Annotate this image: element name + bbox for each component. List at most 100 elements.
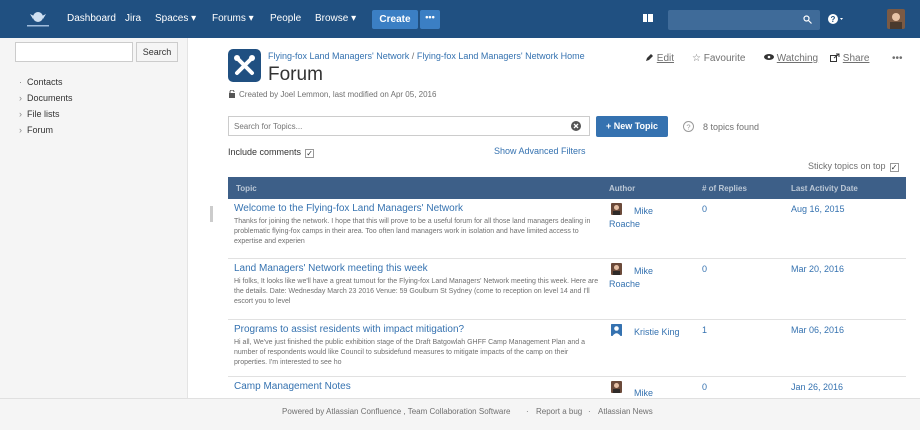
nav-people-link[interactable]: People <box>270 13 301 24</box>
space-logo-icon[interactable] <box>228 49 261 82</box>
topics-table-header: Topic Author # of Replies Last Activity … <box>228 177 906 199</box>
clear-search-icon[interactable] <box>571 121 581 131</box>
edit-label: Edit <box>656 53 675 64</box>
sidebar-item-label: File lists <box>27 109 60 119</box>
topic-title-link[interactable]: Land Managers' Network meeting this week <box>234 263 428 274</box>
reply-count: 0 <box>702 264 708 274</box>
eye-icon <box>764 54 774 60</box>
sidebar-resize-handle[interactable] <box>210 206 213 222</box>
share-icon <box>830 53 840 62</box>
sidebar-item-documents[interactable]: › Documents <box>19 93 73 103</box>
include-comments-option[interactable]: Include comments ✓ <box>228 147 315 158</box>
topic-title-link[interactable]: Welcome to the Flying-fox Land Managers'… <box>234 203 463 214</box>
author-avatar[interactable] <box>611 263 622 275</box>
share-button[interactable]: Share <box>830 53 869 64</box>
reply-count: 1 <box>702 325 708 335</box>
page-restrictions-icon[interactable] <box>228 89 236 98</box>
pencil-icon <box>646 54 653 61</box>
topic-excerpt: Hi folks, It looks like we'll have a gre… <box>234 278 599 305</box>
last-activity-date: Mar 20, 2016 <box>791 264 845 274</box>
top-navigation-bar: Dashboard Jira Spaces ▾ Forums ▾ People … <box>0 0 920 38</box>
author-link-surname[interactable]: Roache <box>609 279 640 289</box>
sidebar: Search · Contacts › Documents › File lists … <box>0 38 188 398</box>
footer-report-bug-link[interactable]: Report a bug <box>536 407 582 416</box>
column-header-topic[interactable]: Topic <box>236 184 257 193</box>
page-metadata: Created by Joel Lemmon, last modified on… <box>228 89 437 99</box>
notifications-icon[interactable] <box>642 12 654 24</box>
sidebar-search-input[interactable] <box>15 42 133 62</box>
sidebar-item-contacts[interactable]: · Contacts <box>19 77 63 87</box>
topics-search-field[interactable] <box>228 116 590 136</box>
breadcrumb: Flying-fox Land Managers' Network / Flyi… <box>268 51 585 61</box>
include-comments-checkbox[interactable]: ✓ <box>305 149 315 158</box>
bullet-icon: · <box>19 77 22 87</box>
svg-text:?: ? <box>831 15 836 24</box>
topic-title-link[interactable]: Camp Management Notes <box>234 381 351 392</box>
table-row: Camp Management Notes Mike 0 Jan 26, 201… <box>228 377 906 398</box>
global-search-input[interactable] <box>668 10 820 30</box>
chevron-right-icon[interactable]: › <box>19 93 22 103</box>
author-link[interactable]: Mike <box>634 265 653 278</box>
sticky-topics-label: Sticky topics on top <box>808 161 886 171</box>
sidebar-item-file-lists[interactable]: › File lists <box>19 109 60 119</box>
new-topic-button[interactable]: + New Topic <box>596 116 668 137</box>
create-button[interactable]: Create <box>372 10 418 29</box>
column-header-replies[interactable]: # of Replies <box>702 184 747 193</box>
topics-search-input[interactable] <box>229 117 559 135</box>
sidebar-item-forum[interactable]: › Forum <box>19 125 53 135</box>
author-link[interactable]: Mike <box>634 205 653 218</box>
footer-powered-by-link[interactable]: Powered by Atlassian Confluence , Team C… <box>282 407 510 416</box>
author-link-surname[interactable]: Roache <box>609 219 640 229</box>
site-logo-icon[interactable] <box>19 8 57 30</box>
footer-atlassian-news-link[interactable]: Atlassian News <box>598 407 653 416</box>
created-by-text: Created by Joel Lemmon, last modified on… <box>239 90 437 99</box>
sidebar-item-label: Contacts <box>27 77 63 87</box>
sticky-topics-option[interactable]: Sticky topics on top ✓ <box>808 161 899 172</box>
sidebar-item-label: Documents <box>27 93 73 103</box>
nav-browse-menu[interactable]: Browse ▾ <box>315 13 356 24</box>
help-icon[interactable]: ? <box>683 121 694 132</box>
breadcrumb-home-link[interactable]: Flying-fox Land Managers' Network Home <box>417 51 585 61</box>
nav-forums-menu[interactable]: Forums ▾ <box>212 13 254 24</box>
topic-title-link[interactable]: Programs to assist residents with impact… <box>234 324 464 335</box>
footer-separator: · <box>526 407 529 416</box>
author-avatar[interactable] <box>611 381 622 393</box>
favourite-label: Favourite <box>703 53 746 64</box>
edit-button[interactable]: Edit <box>645 53 674 64</box>
svg-text:?: ? <box>686 123 690 132</box>
topics-count: 8 topics found <box>703 122 760 132</box>
nav-jira-link[interactable]: Jira <box>125 13 141 24</box>
author-avatar[interactable] <box>611 203 622 215</box>
create-more-button[interactable]: ••• <box>420 10 440 29</box>
watching-button[interactable]: Watching <box>764 53 818 64</box>
page-title: Forum <box>268 64 323 85</box>
reply-count: 0 <box>702 204 708 214</box>
favourite-button[interactable]: ☆ Favourite <box>692 53 745 64</box>
more-actions-button[interactable]: ••• <box>892 53 903 64</box>
breadcrumb-separator: / <box>411 51 415 61</box>
topic-excerpt: Thanks for joining the network. I hope t… <box>234 218 591 245</box>
show-advanced-filters-link[interactable]: Show Advanced Filters <box>494 146 586 156</box>
breadcrumb-space-link[interactable]: Flying-fox Land Managers' Network <box>268 51 409 61</box>
sticky-topics-checkbox[interactable]: ✓ <box>889 163 899 172</box>
column-header-last-activity[interactable]: Last Activity Date <box>791 184 858 193</box>
nav-spaces-menu[interactable]: Spaces ▾ <box>155 13 196 24</box>
reply-count: 0 <box>702 382 708 392</box>
share-label: Share <box>842 53 870 64</box>
watching-label: Watching <box>776 53 819 64</box>
author-link[interactable]: Kristie King <box>634 326 680 339</box>
chevron-right-icon[interactable]: › <box>19 125 22 135</box>
user-avatar[interactable] <box>887 9 905 29</box>
nav-dashboard-link[interactable]: Dashboard <box>67 13 116 24</box>
help-menu-icon[interactable]: ? <box>827 11 843 27</box>
chevron-right-icon[interactable]: › <box>19 109 22 119</box>
table-row: Land Managers' Network meeting this week… <box>228 259 906 320</box>
table-row: Welcome to the Flying-fox Land Managers'… <box>228 199 906 259</box>
table-row: Programs to assist residents with impact… <box>228 320 906 377</box>
sidebar-item-label: Forum <box>27 125 54 135</box>
author-link[interactable]: Mike <box>634 387 653 398</box>
last-activity-date: Jan 26, 2016 <box>791 382 844 392</box>
default-avatar-icon[interactable] <box>611 324 622 336</box>
sidebar-search-button[interactable]: Search <box>136 42 178 62</box>
column-header-author[interactable]: Author <box>609 184 635 193</box>
